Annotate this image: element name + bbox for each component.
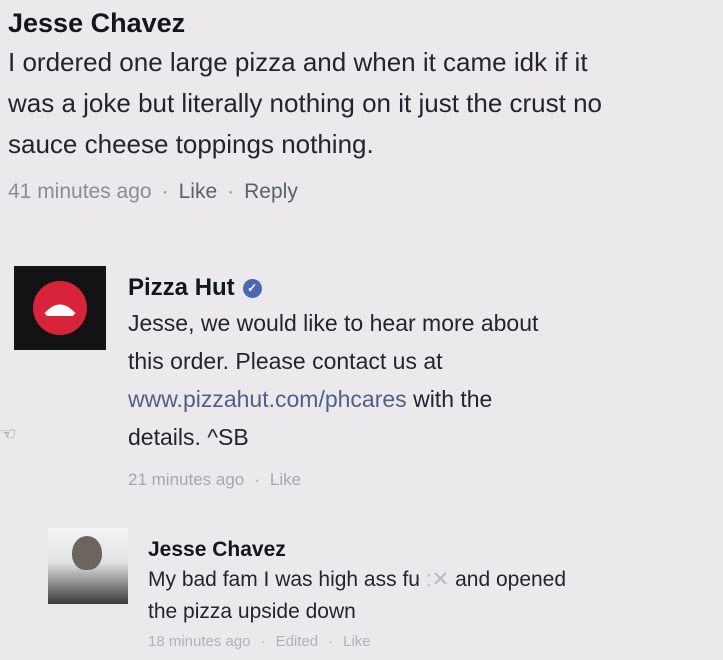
- like-link[interactable]: Like: [270, 470, 301, 489]
- comment-text-part: and opened: [455, 568, 567, 591]
- reply-link[interactable]: Reply: [244, 180, 298, 203]
- author-name[interactable]: Pizza Hut: [128, 272, 235, 304]
- comment-author[interactable]: Jesse Chavez: [8, 4, 723, 42]
- hand-icon: ☜: [0, 424, 17, 444]
- comment-author: Pizza Hut ✓: [128, 272, 688, 304]
- comment-text-line: sauce cheese toppings nothing.: [8, 129, 374, 159]
- phcares-link[interactable]: www.pizzahut.com/phcares: [128, 386, 407, 412]
- comment-text-line: www.pizzahut.com/phcares with the: [128, 380, 688, 418]
- comment-text-line: I ordered one large pizza and when it ca…: [8, 47, 588, 77]
- comment-meta: 41 minutes ago · Like · Reply: [8, 180, 298, 203]
- avatar-head: [72, 536, 102, 570]
- censored-glyph: :✕: [425, 568, 450, 591]
- comment-text-part: My bad fam I was high ass fu: [148, 568, 420, 591]
- like-link[interactable]: Like: [343, 633, 371, 650]
- timestamp[interactable]: 41 minutes ago: [8, 180, 152, 203]
- timestamp[interactable]: 21 minutes ago: [128, 470, 244, 489]
- comment-author[interactable]: Jesse Chavez: [148, 536, 708, 564]
- comment-text-line: this order. Please contact us at: [128, 348, 443, 374]
- like-link[interactable]: Like: [179, 180, 218, 203]
- edited-label: Edited: [275, 633, 319, 650]
- verified-check-icon: ✓: [242, 278, 262, 298]
- comment-text-line: was a joke but literally nothing on it j…: [8, 88, 602, 118]
- pizza-hut-logo-icon: [33, 281, 87, 335]
- comment-text-line: My bad fam I was high ass fu :✕ and open…: [148, 564, 708, 596]
- timestamp[interactable]: 18 minutes ago: [148, 633, 251, 650]
- avatar[interactable]: [48, 528, 128, 604]
- pizza-hut-avatar[interactable]: [14, 266, 106, 350]
- comment-meta: 21 minutes ago · Like: [128, 470, 302, 489]
- comment-text-line: details. ^SB: [128, 424, 249, 450]
- comment-jesse-2: Jesse Chavez My bad fam I was high ass f…: [148, 536, 708, 652]
- link-suffix: with the: [406, 386, 493, 412]
- comment-text-line: Jesse, we would like to hear more about: [128, 310, 539, 336]
- comment-meta: 18 minutes ago · Edited · Like: [148, 633, 371, 650]
- comment-text-line: the pizza upside down: [148, 600, 356, 623]
- comment-jesse-1: Jesse Chavez I ordered one large pizza a…: [8, 4, 723, 207]
- comment-pizza-hut: Pizza Hut ✓ Jesse, we would like to hear…: [128, 272, 688, 492]
